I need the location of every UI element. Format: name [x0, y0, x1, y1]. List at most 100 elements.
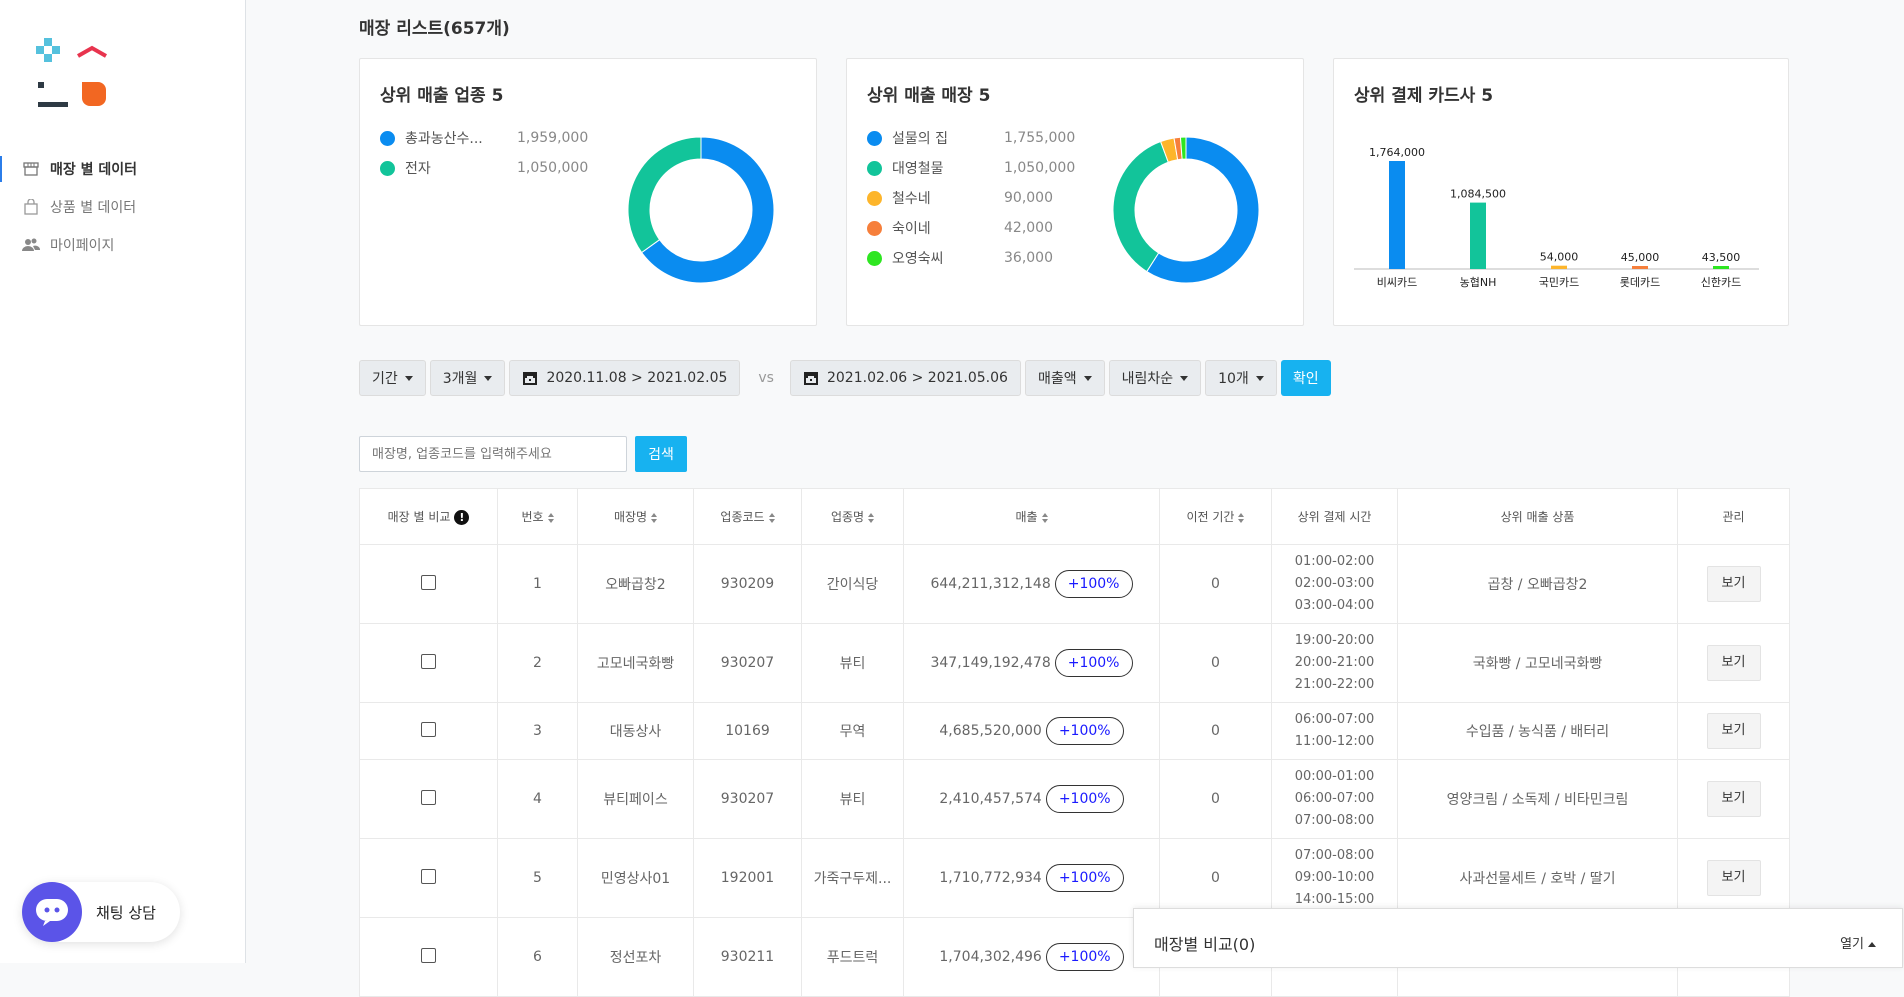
header-sales[interactable]: 매출: [903, 488, 1160, 545]
bar-value-label: 43,500: [1702, 251, 1741, 264]
chat-consult-button[interactable]: 채팅 상담: [22, 882, 180, 942]
card-company-bar-chart: 1,764,000 비씨카드 1,084,500 농협NH 54,000 국민카드 45,0…: [1354, 146, 1759, 289]
time-slot: 06:00-07:00: [1294, 791, 1375, 806]
product-cell: 사과선물세트 / 호박 / 딸기: [1397, 838, 1678, 918]
store-legend: 설물의 집 1,755,000 대영철물 1,050,000 철수네 90,00…: [867, 123, 1075, 273]
view-button[interactable]: 보기: [1706, 645, 1761, 681]
page-title: 매장 리스트(657개): [359, 19, 510, 39]
period-dropdown[interactable]: 기간: [359, 360, 426, 396]
store-icon: [22, 160, 40, 178]
view-button[interactable]: 보기: [1706, 781, 1761, 817]
no-cell: 5: [497, 838, 578, 918]
header-type[interactable]: 업종명: [801, 488, 904, 545]
legend-dot: [867, 220, 882, 236]
store-donut-chart: [1112, 136, 1260, 284]
users-icon: [22, 236, 40, 254]
code-cell: 930211: [693, 917, 802, 997]
period-label: 기간: [372, 371, 398, 387]
prev-cell: 0: [1159, 759, 1272, 839]
legend-dot: [867, 250, 882, 266]
view-button[interactable]: 보기: [1706, 860, 1761, 896]
legend-name: 숙이네: [892, 221, 931, 237]
compare-cell: [359, 759, 498, 839]
bar-1[interactable]: [1389, 161, 1405, 269]
legend-name: 오영숙씨: [892, 251, 944, 267]
info-icon[interactable]: !: [454, 510, 470, 525]
compare-checkbox[interactable]: [421, 653, 436, 669]
date-range-a[interactable]: 2020.11.08 > 2021.02.05: [509, 360, 741, 396]
sidebar-nav: 매장 별 데이터 상품 별 데이터 마이페이지: [0, 150, 246, 264]
time-slot: 20:00-21:00: [1294, 655, 1375, 670]
sort-icon: [651, 512, 658, 523]
header-label: 관리: [1722, 510, 1745, 524]
type-cell: 푸드트럭: [801, 917, 904, 997]
legend-value: 36,000: [1004, 250, 1053, 266]
compare-checkbox[interactable]: [421, 721, 436, 737]
product-cell: 영양크림 / 소독제 / 비타민크림: [1397, 759, 1678, 839]
header-prev[interactable]: 이전 기간: [1159, 488, 1272, 545]
range-dropdown[interactable]: 3개월: [429, 360, 506, 396]
date-range-b-label: 2021.02.06 > 2021.05.06: [826, 370, 1008, 386]
table-row: 3 대동상사 10169 무역 4,685,520,000 +100% 0 06:…: [359, 702, 1790, 760]
sidebar-item-store-data[interactable]: 매장 별 데이터: [0, 150, 246, 188]
sidebar-item-product-data[interactable]: 상품 별 데이터: [0, 188, 246, 226]
order-label: 내림차순: [1121, 371, 1174, 387]
chevron-up-icon: [1868, 942, 1876, 947]
donut-slice-2[interactable]: [1112, 140, 1169, 273]
view-button[interactable]: 보기: [1706, 713, 1761, 749]
calendar-icon: [522, 370, 538, 386]
toggle-label: 열기: [1840, 937, 1864, 952]
bar-2[interactable]: [1470, 202, 1486, 269]
chat-bot-icon: [22, 882, 82, 942]
confirm-button[interactable]: 확인: [1280, 360, 1331, 396]
legend-value: 90,000: [1004, 190, 1053, 206]
header-label: 업종명: [830, 510, 865, 524]
brand-logo[interactable]: [36, 38, 116, 108]
date-range-b[interactable]: 2021.02.06 > 2021.05.06: [789, 360, 1021, 396]
view-button[interactable]: 보기: [1706, 566, 1761, 602]
header-label: 이전 기간: [1186, 510, 1235, 524]
code-cell: 930209: [693, 544, 802, 624]
search-row: 검색: [359, 436, 687, 472]
header-no[interactable]: 번호: [497, 488, 578, 545]
industry-legend: 총과농산수... 1,959,000 전자 1,050,000: [380, 123, 588, 183]
compare-panel-title: 매장별 비교(0): [1154, 935, 1256, 954]
bar-value-label: 45,000: [1621, 251, 1660, 264]
header-code[interactable]: 업종코드: [693, 488, 802, 545]
header-product: 상위 매출 상품: [1397, 488, 1678, 545]
compare-checkbox[interactable]: [421, 868, 436, 884]
type-cell: 뷰티: [801, 623, 904, 703]
bar-3[interactable]: [1551, 265, 1567, 269]
compare-cell: [359, 917, 498, 997]
sales-value: 644,211,312,148: [930, 576, 1051, 592]
bar-5[interactable]: [1713, 266, 1729, 269]
donut-slice-2[interactable]: [627, 136, 702, 254]
sort-icon: [868, 512, 875, 523]
compare-checkbox[interactable]: [421, 574, 436, 590]
compare-panel-toggle[interactable]: 열기: [1840, 933, 1876, 952]
compare-checkbox[interactable]: [421, 789, 436, 805]
bar-4[interactable]: [1632, 266, 1648, 269]
legend-dot: [380, 160, 395, 176]
header-name[interactable]: 매장명: [577, 488, 694, 545]
search-input[interactable]: [359, 436, 627, 472]
legend-name: 총과농산수...: [405, 131, 483, 147]
metric-dropdown[interactable]: 매출액: [1024, 360, 1105, 396]
count-dropdown[interactable]: 10개: [1205, 360, 1277, 396]
type-cell: 간이식당: [801, 544, 904, 624]
calendar-icon: [803, 370, 819, 386]
sidebar-item-mypage[interactable]: 마이페이지: [0, 226, 246, 264]
legend-item: 오영숙씨 36,000: [867, 243, 1075, 273]
time-slot: 21:00-22:00: [1294, 677, 1375, 692]
compare-cell: [359, 702, 498, 760]
order-dropdown[interactable]: 내림차순: [1108, 360, 1202, 396]
top-store-card: 상위 매출 매장 5 설물의 집 1,755,000 대영철물 1,050,00…: [846, 58, 1304, 326]
sidebar-item-label: 마이페이지: [50, 238, 115, 254]
compare-checkbox[interactable]: [421, 947, 436, 963]
legend-name: 설물의 집: [892, 131, 948, 147]
search-button[interactable]: 검색: [635, 436, 687, 472]
table-row: 2 고모네국화빵 930207 뷰티 347,149,192,478 +100% …: [359, 623, 1790, 703]
chat-label: 채팅 상담: [96, 903, 156, 922]
compare-cell: [359, 544, 498, 624]
manage-cell: 보기: [1677, 544, 1790, 624]
